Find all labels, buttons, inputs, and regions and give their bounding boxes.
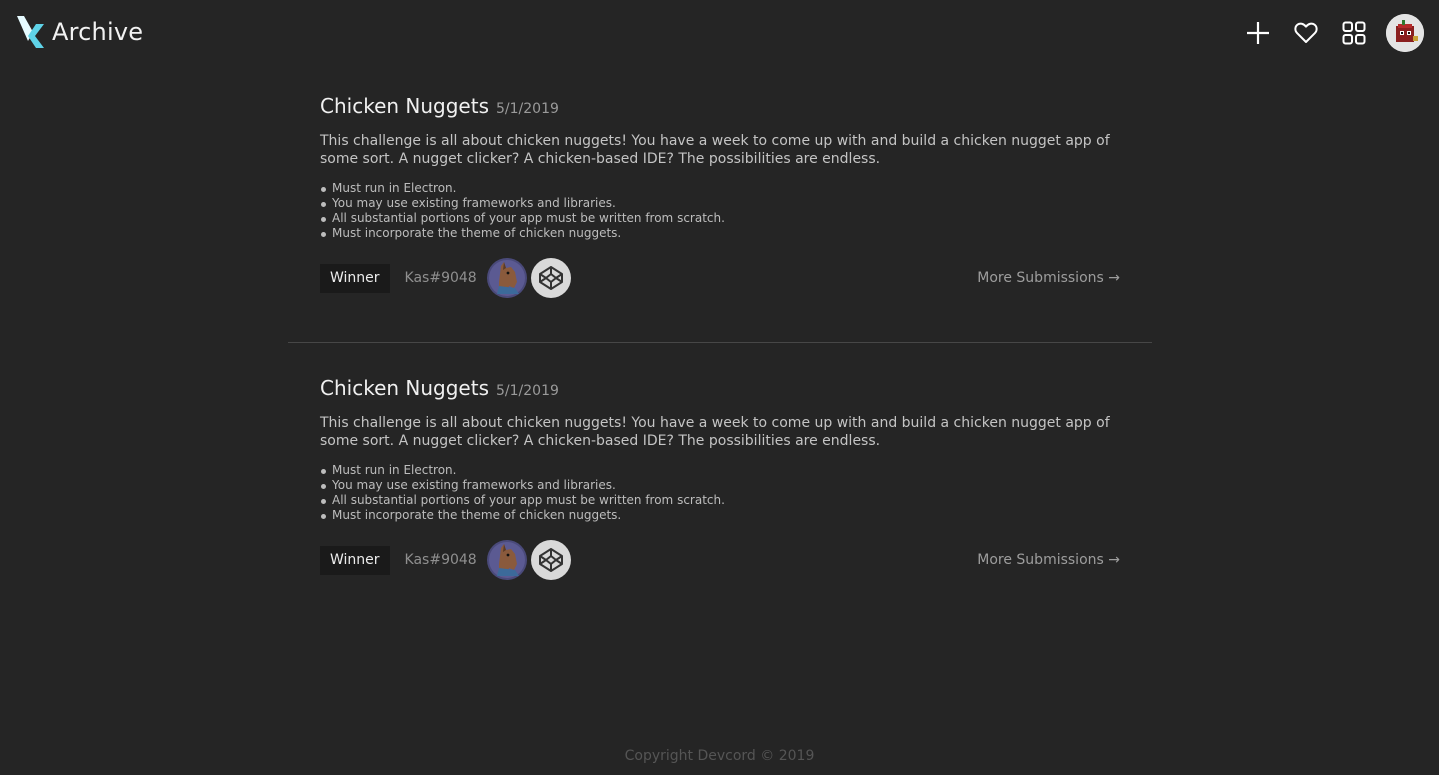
winner-avatar[interactable] (486, 540, 527, 580)
codepen-icon (538, 548, 563, 572)
codepen-icon (538, 266, 563, 290)
logo-icon (17, 16, 44, 48)
challenge-rules: Must run in Electron. You may use existi… (320, 463, 1120, 523)
winner-avatar[interactable] (486, 258, 527, 298)
rule-item: You may use existing frameworks and libr… (320, 196, 1120, 211)
challenge-description: This challenge is all about chicken nugg… (320, 133, 1110, 167)
challenge-rules: Must run in Electron. You may use existi… (320, 181, 1120, 241)
copyright-text: Copyright Devcord © 2019 (624, 748, 815, 764)
challenge-footer: Winner Kas#9048 More Submissions → (320, 540, 1120, 580)
challenge-footer: Winner Kas#9048 More Submissions → (320, 258, 1120, 298)
rule-item: All substantial portions of your app mus… (320, 493, 1120, 508)
rule-item: Must incorporate the theme of chicken nu… (320, 226, 1120, 241)
header-actions (1228, 14, 1424, 52)
add-button[interactable] (1240, 15, 1276, 51)
rule-item: All substantial portions of your app mus… (320, 211, 1120, 226)
challenge-description: This challenge is all about chicken nugg… (320, 415, 1110, 449)
rule-item: Must incorporate the theme of chicken nu… (320, 508, 1120, 523)
rule-item: You may use existing frameworks and libr… (320, 478, 1120, 493)
challenge-title: Chicken Nuggets (320, 376, 489, 400)
more-submissions-link[interactable]: More Submissions → (977, 270, 1120, 286)
winner-badge: Winner (320, 545, 390, 575)
page-footer: Copyright Devcord © 2019 (0, 748, 1439, 764)
winner-name[interactable]: Kas#9048 (405, 552, 477, 568)
challenge-date: 5/1/2019 (496, 383, 559, 399)
winner-name[interactable]: Kas#9048 (405, 270, 477, 286)
rule-item: Must run in Electron. (320, 463, 1120, 478)
top-bar: Archive (0, 0, 1439, 64)
winner-avatar-image (486, 258, 527, 298)
more-submissions-link[interactable]: More Submissions → (977, 552, 1120, 568)
challenge-card: Chicken Nuggets 5/1/2019 This challenge … (288, 80, 1152, 342)
apps-button[interactable] (1336, 15, 1372, 51)
codepen-link[interactable] (530, 258, 571, 298)
challenge-card: Chicken Nuggets 5/1/2019 This challenge … (288, 342, 1152, 624)
brand[interactable]: Archive (16, 14, 143, 50)
user-avatar-image (1386, 14, 1424, 52)
plus-icon (1247, 22, 1269, 44)
rule-item: Must run in Electron. (320, 181, 1120, 196)
page-title: Archive (52, 18, 144, 46)
challenge-title: Chicken Nuggets (320, 94, 489, 118)
winner-badge: Winner (320, 263, 390, 293)
winner-avatar-image (486, 540, 527, 580)
grid-icon (1342, 21, 1366, 45)
heart-icon (1294, 22, 1318, 43)
challenge-feed: Chicken Nuggets 5/1/2019 This challenge … (288, 80, 1152, 624)
user-avatar[interactable] (1386, 14, 1424, 52)
codepen-link[interactable] (530, 540, 571, 580)
favorites-button[interactable] (1288, 15, 1324, 51)
challenge-date: 5/1/2019 (496, 101, 559, 117)
